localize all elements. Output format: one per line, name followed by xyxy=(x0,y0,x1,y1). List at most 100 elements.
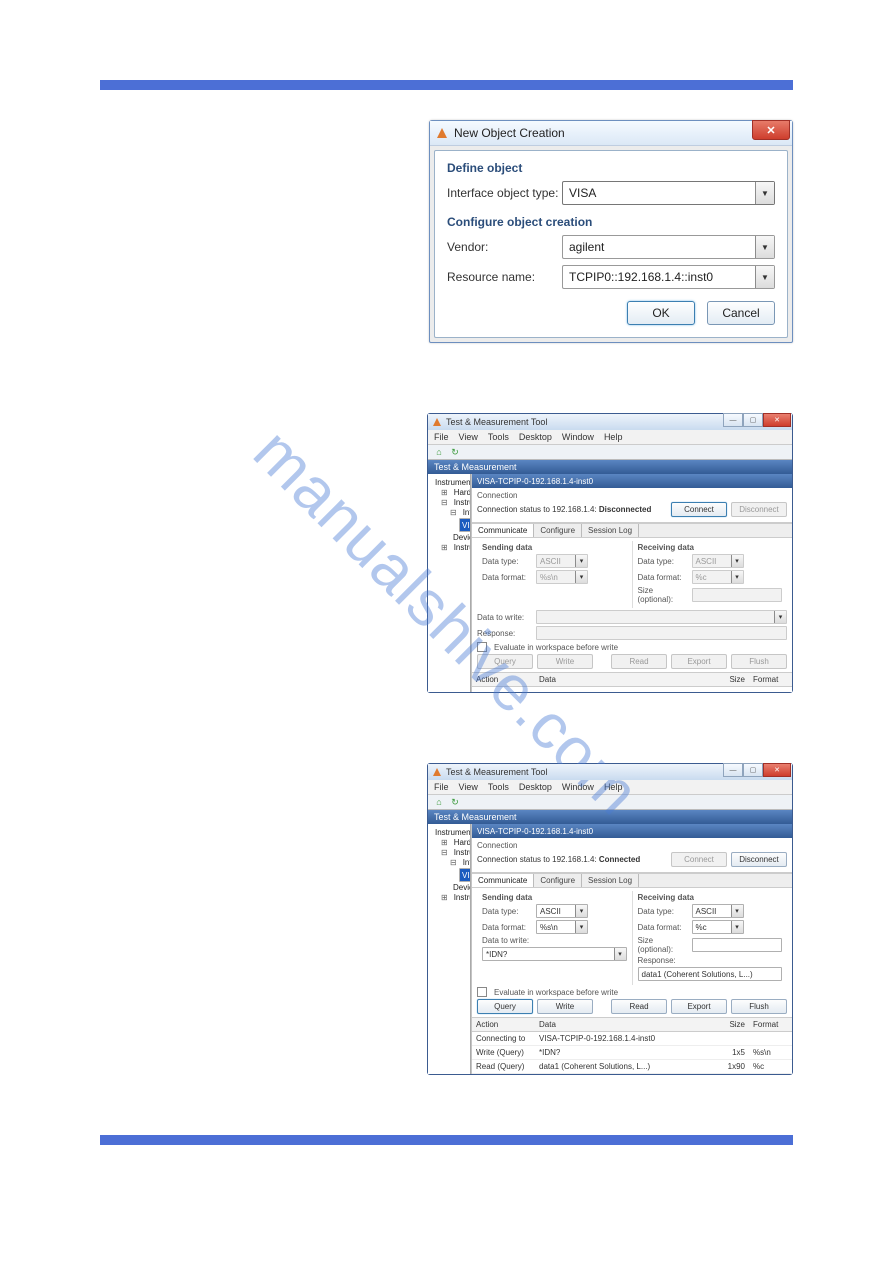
resource-combo[interactable]: TCPIP0::192.168.1.4::inst0▼ xyxy=(562,265,775,289)
flush-button[interactable]: Flush xyxy=(731,999,787,1014)
root-tab[interactable]: Test & Measurement xyxy=(428,460,792,474)
chevron-down-icon: ▾ xyxy=(774,611,786,623)
tm-titlebar[interactable]: Test & Measurement Tool —▢✕ xyxy=(428,764,792,780)
pane-tabs[interactable]: Communicate Configure Session Log xyxy=(472,523,792,538)
menu-window[interactable]: Window xyxy=(562,782,594,792)
data-format-label: Data format: xyxy=(638,573,688,582)
tree-device-objects[interactable]: Device Objects xyxy=(453,883,471,892)
tab-session-log[interactable]: Session Log xyxy=(582,524,639,537)
vendor-combo[interactable]: agilent▼ xyxy=(562,235,775,259)
tree-drivers[interactable]: Instrument Drivers xyxy=(454,893,471,902)
size-label: Size (optional): xyxy=(638,586,688,604)
menu-file[interactable]: File xyxy=(434,432,449,442)
ok-button[interactable]: OK xyxy=(627,301,695,325)
tab-communicate[interactable]: Communicate xyxy=(472,524,534,537)
send-type-select[interactable]: ASCII▾ xyxy=(536,904,588,918)
query-button[interactable]: Query xyxy=(477,999,533,1014)
response-field: data1 (Coherent Solutions, L...) xyxy=(638,967,783,981)
tm-titlebar[interactable]: Test & Measurement Tool —▢✕ xyxy=(428,414,792,430)
menu-window[interactable]: Window xyxy=(562,432,594,442)
interface-type-combo[interactable]: VISA▼ xyxy=(562,181,775,205)
footer-bar xyxy=(100,1135,793,1145)
export-button[interactable]: Export xyxy=(671,999,727,1014)
close-button[interactable]: ✕ xyxy=(752,120,790,140)
menu-desktop[interactable]: Desktop xyxy=(519,432,552,442)
write-button: Write xyxy=(537,654,593,669)
disconnect-button[interactable]: Disconnect xyxy=(731,852,787,867)
close-button[interactable]: ✕ xyxy=(763,413,791,427)
send-format-select[interactable]: %s\n▾ xyxy=(536,920,588,934)
data-to-write-label: Data to write: xyxy=(477,613,532,622)
receiving-data-label: Receiving data xyxy=(638,543,783,552)
eval-checkbox[interactable] xyxy=(477,987,487,997)
home-icon[interactable]: ⌂ xyxy=(434,447,444,457)
tree-interface-objects[interactable]: Interface Objects xyxy=(463,508,471,517)
eval-checkbox xyxy=(477,642,487,652)
configure-creation-label: Configure object creation xyxy=(447,215,775,229)
menu-help[interactable]: Help xyxy=(604,432,623,442)
tab-session-log[interactable]: Session Log xyxy=(582,874,639,887)
menubar[interactable]: File View Tools Desktop Window Help xyxy=(428,430,792,445)
menu-view[interactable]: View xyxy=(459,782,478,792)
size-label: Size (optional): xyxy=(638,936,688,954)
connect-button[interactable]: Connect xyxy=(671,502,727,517)
chevron-down-icon: ▾ xyxy=(731,555,743,567)
tree-selected-object[interactable]: VISA-TCPIP-0-192.168.1.4-inst0 xyxy=(459,868,471,882)
root-tab[interactable]: Test & Measurement xyxy=(428,810,792,824)
tree-panel[interactable]: Instrument Control Toolbox ⊞Hardware ⊟In… xyxy=(428,474,471,692)
cancel-button[interactable]: Cancel xyxy=(707,301,775,325)
tree-root[interactable]: Instrument Control Toolbox xyxy=(435,478,471,487)
recv-format-select: %c▾ xyxy=(692,570,744,584)
recv-format-select[interactable]: %c▾ xyxy=(692,920,744,934)
data-format-label: Data format: xyxy=(638,923,688,932)
tree-hardware[interactable]: Hardware xyxy=(454,488,471,497)
table-row: Connecting toVISA-TCPIP-0-192.168.1.4-in… xyxy=(472,1032,792,1046)
tab-communicate[interactable]: Communicate xyxy=(472,874,534,887)
write-button[interactable]: Write xyxy=(537,999,593,1014)
menu-view[interactable]: View xyxy=(459,432,478,442)
recv-type-select[interactable]: ASCII▾ xyxy=(692,904,744,918)
pane-title: VISA-TCPIP-0-192.168.1.4-inst0 xyxy=(472,824,792,838)
read-button[interactable]: Read xyxy=(611,999,667,1014)
home-icon[interactable]: ⌂ xyxy=(434,797,444,807)
menu-tools[interactable]: Tools xyxy=(488,782,509,792)
menubar[interactable]: File View Tools Desktop Window Help xyxy=(428,780,792,795)
dialog-title: New Object Creation xyxy=(454,126,565,140)
menu-desktop[interactable]: Desktop xyxy=(519,782,552,792)
minimize-button[interactable]: — xyxy=(723,413,743,427)
table-row: Write (Query)*IDN?1x5%s\n xyxy=(472,1046,792,1060)
minimize-button[interactable]: — xyxy=(723,763,743,777)
maximize-button[interactable]: ▢ xyxy=(743,763,763,777)
refresh-icon[interactable]: ↻ xyxy=(450,447,460,457)
menu-help[interactable]: Help xyxy=(604,782,623,792)
tree-selected-object[interactable]: VISA-TCPIP-0-192.168.1.4-inst0 xyxy=(459,518,471,532)
menu-file[interactable]: File xyxy=(434,782,449,792)
tree-hardware[interactable]: Hardware xyxy=(454,838,471,847)
log-table-header: Action Data Size Format xyxy=(472,1017,792,1032)
response-field xyxy=(536,626,787,640)
close-button[interactable]: ✕ xyxy=(763,763,791,777)
chevron-down-icon: ▾ xyxy=(731,571,743,583)
refresh-icon[interactable]: ↻ xyxy=(450,797,460,807)
tree-drivers[interactable]: Instrument Drivers xyxy=(454,543,471,552)
tab-configure[interactable]: Configure xyxy=(534,524,582,537)
connection-label: Connection xyxy=(477,491,787,500)
write-data-select[interactable]: *IDN?▾ xyxy=(482,947,627,961)
sending-data-label: Sending data xyxy=(482,893,627,902)
tree-root[interactable]: Instrument Control Toolbox xyxy=(435,828,471,837)
menu-tools[interactable]: Tools xyxy=(488,432,509,442)
tm-title: Test & Measurement Tool xyxy=(446,417,547,427)
chevron-down-icon: ▾ xyxy=(575,921,587,933)
size-input[interactable] xyxy=(692,938,783,952)
pane-tabs[interactable]: Communicate Configure Session Log xyxy=(472,873,792,888)
maximize-button[interactable]: ▢ xyxy=(743,413,763,427)
tree-interface-objects[interactable]: Interface Objects xyxy=(463,858,471,867)
dialog-titlebar[interactable]: New Object Creation ✕ xyxy=(430,121,792,146)
tree-instrument-objects[interactable]: Instrument Objects xyxy=(454,848,471,857)
tree-device-objects[interactable]: Device Objects xyxy=(453,533,471,542)
tree-instrument-objects[interactable]: Instrument Objects xyxy=(454,498,471,507)
chevron-down-icon: ▾ xyxy=(731,921,743,933)
tab-configure[interactable]: Configure xyxy=(534,874,582,887)
recv-type-select: ASCII▾ xyxy=(692,554,744,568)
tree-panel[interactable]: Instrument Control Toolbox ⊞Hardware ⊟In… xyxy=(428,824,471,1074)
